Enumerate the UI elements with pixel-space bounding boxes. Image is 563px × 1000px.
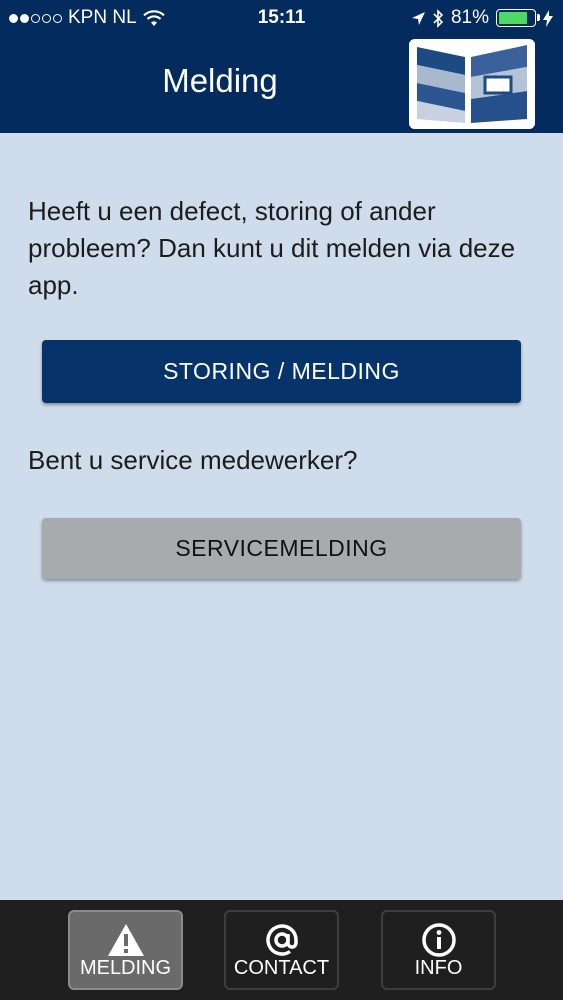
status-bar: KPN NL 15:11 81% [0, 0, 563, 36]
tab-contact[interactable]: CONTACT [224, 910, 339, 990]
location-arrow-icon [411, 11, 425, 25]
at-sign-icon [226, 922, 337, 958]
battery-percent: 81% [450, 7, 489, 28]
storing-melding-button[interactable]: STORING / MELDING [42, 340, 521, 403]
tab-label-contact: CONTACT [233, 957, 330, 979]
tab-info[interactable]: INFO [381, 910, 496, 990]
intro-text: Heeft u een defect, storing of ander pro… [28, 196, 516, 300]
charging-bolt-icon [543, 9, 553, 27]
tab-melding[interactable]: MELDING [68, 910, 183, 990]
header-bar: KPN NL 15:11 81% Melding [0, 0, 563, 133]
warning-icon [70, 922, 181, 958]
status-right: 81% [411, 7, 553, 29]
service-question: Bent u service medewerker? [28, 445, 358, 475]
battery-icon [496, 9, 540, 27]
company-logo [409, 39, 535, 129]
tab-label-info: INFO [414, 957, 463, 979]
tab-label-melding: MELDING [79, 957, 172, 979]
info-icon [383, 922, 494, 958]
tab-bar: MELDING CONTACT INFO [0, 900, 563, 1000]
page-title: Melding [162, 62, 278, 99]
servicemelding-button[interactable]: SERVICEMELDING [42, 518, 521, 579]
bluetooth-icon [433, 8, 444, 28]
